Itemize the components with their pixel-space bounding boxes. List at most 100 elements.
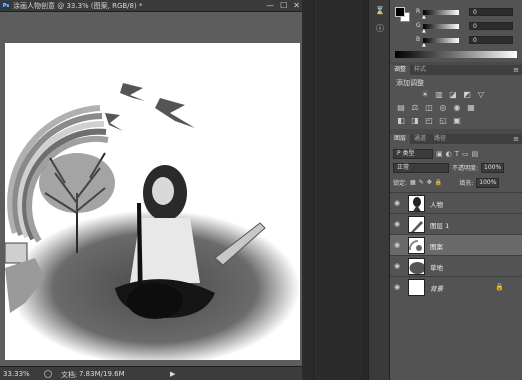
document-title: 涂画人物创意 @ 33.3% (图案, RGB/8) * xyxy=(13,2,143,10)
selective-color-icon[interactable]: ▣ xyxy=(452,116,462,125)
adjustments-panel: 调整 样式 ≡ 添加调整 ☀ ▥ ◪ ◩ ▽ ▤ ⚖ ◫ ◎ ◉ ▦ ◧ ◨ ◰… xyxy=(390,65,522,129)
eye-icon[interactable]: ◉ xyxy=(394,283,400,291)
invert-icon[interactable]: ◧ xyxy=(396,116,406,125)
lock-all-icon[interactable]: 🔒 xyxy=(435,179,442,186)
info-icon[interactable]: ⓘ xyxy=(372,22,388,36)
photo-filter-icon[interactable]: ◎ xyxy=(438,103,448,112)
zoom-level[interactable]: 33.33% xyxy=(3,370,30,378)
channel-r-slider[interactable] xyxy=(423,10,459,15)
hue-saturation-icon[interactable]: ▤ xyxy=(396,103,406,112)
slider-handle-icon[interactable]: ▲ xyxy=(422,28,426,34)
pixel-filter-icon[interactable]: ▣ xyxy=(436,150,443,158)
filter-kind-dropdown[interactable]: P 类型 xyxy=(393,148,433,159)
layer-row[interactable]: ◉ 图层 1 xyxy=(390,213,522,234)
brightness-contrast-icon[interactable]: ☀ xyxy=(420,90,430,99)
lock-position-icon[interactable]: ✥ xyxy=(427,179,432,186)
channel-r-value[interactable]: 0 xyxy=(469,8,513,16)
layer-thumbnail xyxy=(408,195,425,212)
channel-g-slider[interactable] xyxy=(423,24,459,29)
maximize-button[interactable]: ☐ xyxy=(280,1,287,10)
opacity-field[interactable]: 100% xyxy=(481,162,505,173)
doc-size-label: 文档: xyxy=(61,371,78,379)
foreground-color-swatch[interactable] xyxy=(395,7,405,17)
divider xyxy=(313,0,314,380)
document-canvas[interactable] xyxy=(5,43,300,360)
curves-icon[interactable]: ◪ xyxy=(448,90,458,99)
blend-mode-dropdown[interactable]: 正常 xyxy=(393,162,449,173)
panel-menu-icon[interactable]: ≡ xyxy=(513,134,519,144)
layer-name[interactable]: 图层 1 xyxy=(430,220,449,230)
layer-name[interactable]: 人物 xyxy=(430,199,443,209)
adjustments-tabs: 调整 样式 xyxy=(390,65,522,75)
canvas-area[interactable] xyxy=(0,12,302,366)
adjustment-filter-icon[interactable]: ◐ xyxy=(446,150,452,158)
lock-icon: 🔒 xyxy=(495,283,504,291)
close-button[interactable]: ✕ xyxy=(293,1,300,10)
eye-icon[interactable]: ◉ xyxy=(394,241,400,249)
status-menu-arrow-icon[interactable]: ▶ xyxy=(170,370,175,378)
slider-handle-icon[interactable]: ▲ xyxy=(422,14,426,20)
type-filter-icon[interactable]: T xyxy=(455,150,459,158)
opacity-label: 不透明度: xyxy=(452,165,479,172)
tab-layers[interactable]: 图层 xyxy=(390,134,411,144)
color-spectrum-bar[interactable] xyxy=(395,51,517,58)
layer-row[interactable]: ◉ 背景 🔒 xyxy=(390,276,522,297)
tab-paths[interactable]: 路径 xyxy=(430,134,450,144)
history-icon[interactable]: ⌛ xyxy=(372,4,388,18)
channel-g-label: G xyxy=(416,22,421,29)
smart-filter-icon[interactable]: ▤ xyxy=(472,150,479,158)
fill-field[interactable]: 100% xyxy=(476,177,500,188)
posterize-icon[interactable]: ◨ xyxy=(410,116,420,125)
layer-row[interactable]: ◉ 草地 xyxy=(390,255,522,276)
adjustment-row-3: ◧ ◨ ◰ ◱ ▣ xyxy=(396,116,462,125)
levels-icon[interactable]: ▥ xyxy=(434,90,444,99)
slider-handle-icon[interactable]: ▲ xyxy=(422,42,426,48)
eye-icon[interactable]: ◉ xyxy=(394,262,400,270)
tab-channels[interactable]: 通道 xyxy=(410,134,430,144)
layer-name[interactable]: 背景 xyxy=(430,283,443,293)
status-info-icon[interactable] xyxy=(44,370,52,378)
adjustment-row-2: ▤ ⚖ ◫ ◎ ◉ ▦ xyxy=(396,103,476,112)
lock-transparent-icon[interactable]: ▦ xyxy=(410,179,416,186)
minimize-button[interactable]: — xyxy=(266,1,274,10)
vibrance-icon[interactable]: ▽ xyxy=(476,90,486,99)
exposure-icon[interactable]: ◩ xyxy=(462,90,472,99)
channel-b-value[interactable]: 0 xyxy=(469,36,513,44)
channel-mixer-icon[interactable]: ◉ xyxy=(452,103,462,112)
channel-g-value[interactable]: 0 xyxy=(469,22,513,30)
adjustments-title: 添加调整 xyxy=(396,79,424,87)
lock-row: 锁定: ▦ ✎ ✥ 🔒 填充: 100% xyxy=(393,177,500,188)
document-tab[interactable]: Ps 涂画人物创意 @ 33.3% (图案, RGB/8) * — ☐ ✕ xyxy=(0,0,302,12)
black-white-icon[interactable]: ◫ xyxy=(424,103,434,112)
photoshop-logo-icon: Ps xyxy=(2,2,10,10)
layers-tabs: 图层 通道 路径 xyxy=(390,134,522,144)
status-bar: 33.33% 文档: 7.83M/19.6M ▶ xyxy=(0,366,302,380)
lock-label: 锁定: xyxy=(393,180,408,187)
fill-label: 填充: xyxy=(459,180,474,187)
threshold-icon[interactable]: ◰ xyxy=(424,116,434,125)
channel-b-label: B xyxy=(416,36,421,43)
tab-adjustments[interactable]: 调整 xyxy=(390,65,411,75)
layer-name[interactable]: 草地 xyxy=(430,262,443,272)
color-panel: R ▲ 0 G ▲ 0 B ▲ 0 xyxy=(390,0,522,62)
layer-row[interactable]: ◉ 人物 xyxy=(390,192,522,213)
color-balance-icon[interactable]: ⚖ xyxy=(410,103,420,112)
layers-panel: 图层 通道 路径 ≡ P 类型 ▣ ◐ T ▭ ▤ 正常 不透明度: 100% … xyxy=(390,134,522,380)
workspace-gap xyxy=(302,0,362,380)
layer-thumbnail xyxy=(408,216,425,233)
gradient-map-icon[interactable]: ◱ xyxy=(438,116,448,125)
color-lookup-icon[interactable]: ▦ xyxy=(466,103,476,112)
shape-filter-icon[interactable]: ▭ xyxy=(462,150,469,158)
artwork-image xyxy=(5,83,300,360)
layer-row[interactable]: ◉ 图案 xyxy=(390,234,522,255)
layer-thumbnail xyxy=(408,237,425,254)
layer-name[interactable]: 图案 xyxy=(430,241,443,251)
window-controls: — ☐ ✕ xyxy=(266,1,300,10)
channel-b-slider[interactable] xyxy=(423,38,459,43)
eye-icon[interactable]: ◉ xyxy=(394,220,400,228)
tab-styles[interactable]: 样式 xyxy=(410,65,430,75)
panel-menu-icon[interactable]: ≡ xyxy=(513,65,519,75)
filter-icons: ▣ ◐ T ▭ ▤ xyxy=(436,150,478,158)
lock-image-icon[interactable]: ✎ xyxy=(419,179,424,186)
eye-icon[interactable]: ◉ xyxy=(394,199,400,207)
